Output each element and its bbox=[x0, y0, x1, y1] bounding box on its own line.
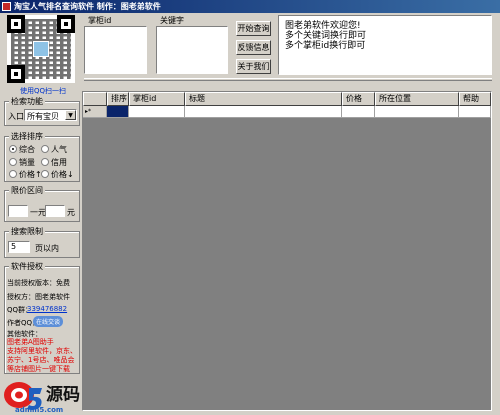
qr-finder-bottom-left bbox=[7, 65, 25, 83]
qr-code bbox=[7, 15, 75, 83]
results-table[interactable]: 排序 掌柜id 标题 价格 所在位置 帮助 ▸* bbox=[82, 91, 492, 411]
promo-line: 苏宁、1号店、唯品会 bbox=[7, 356, 75, 364]
table-cell-title[interactable] bbox=[185, 106, 342, 118]
watermark-domain: admin5.com bbox=[15, 406, 64, 414]
info-text-box: 图老弟软件欢迎您! 多个关键词换行即可 多个掌柜id换行即可 bbox=[278, 15, 492, 75]
sort-option-price-desc[interactable]: 价格↓ bbox=[41, 169, 74, 180]
promo-line: 等店铺图片一键下载 bbox=[7, 365, 70, 373]
sort-option-sales[interactable]: 销量 bbox=[9, 157, 35, 168]
qq-group-link[interactable]: 339476882 bbox=[27, 305, 67, 313]
start-query-button[interactable]: 开始查询 bbox=[236, 21, 271, 36]
radio-icon bbox=[9, 170, 17, 178]
keyword-input[interactable] bbox=[156, 26, 228, 74]
promo-text[interactable]: 图老弟A图助手 支持阿里软件，京东、 苏宁、1号店、唯品会 等店铺图片一键下载 bbox=[7, 338, 77, 374]
sort-option-popularity[interactable]: 人气 bbox=[41, 144, 67, 155]
row-indicator-header bbox=[83, 92, 107, 106]
table-cell-price[interactable] bbox=[342, 106, 375, 118]
sort-option-label: 价格↑ bbox=[19, 170, 42, 179]
info-line: 多个关键词换行即可 bbox=[285, 31, 367, 41]
search-function-title: 检索功能 bbox=[9, 96, 45, 107]
column-header-rank[interactable]: 排序 bbox=[107, 92, 129, 106]
about-us-button[interactable]: 关于我们 bbox=[236, 59, 271, 74]
price-range-title: 限价区间 bbox=[9, 185, 45, 196]
shopkeeper-input[interactable] bbox=[84, 26, 147, 74]
qr-avatar-icon bbox=[33, 41, 49, 57]
column-header-shopkeeper[interactable]: 掌柜id bbox=[129, 92, 185, 106]
watermark-logo: 源码 admin5.com bbox=[2, 378, 94, 414]
column-header-location[interactable]: 所在位置 bbox=[375, 92, 459, 106]
row-indicator[interactable]: ▸* bbox=[83, 106, 107, 118]
feedback-button[interactable]: 反馈信息 bbox=[236, 40, 271, 55]
sort-option-composite[interactable]: 综合 bbox=[9, 144, 35, 155]
license-version: 当前授权版本：免费 bbox=[7, 279, 70, 287]
license-licensor: 授权方：图老弟软件 bbox=[7, 293, 70, 301]
column-header-help[interactable]: 帮助 bbox=[459, 92, 491, 106]
price-range-unit: 元 bbox=[67, 208, 75, 217]
app-icon bbox=[2, 2, 11, 11]
price-min-input[interactable] bbox=[8, 205, 28, 217]
column-header-price[interactable]: 价格 bbox=[342, 92, 375, 106]
radio-icon bbox=[9, 145, 17, 153]
sort-option-label: 信用 bbox=[51, 158, 67, 167]
window-title: 淘宝人气排名查询软件 制作：图老弟软件 bbox=[14, 2, 161, 11]
sort-option-label: 销量 bbox=[19, 158, 35, 167]
table-cell-shopkeeper[interactable] bbox=[129, 106, 185, 118]
keyword-label: 关键字 bbox=[160, 16, 184, 25]
info-line: 多个掌柜id换行即可 bbox=[285, 41, 366, 51]
table-cell-location[interactable] bbox=[375, 106, 459, 118]
search-limit-title: 搜索限制 bbox=[9, 226, 45, 237]
chevron-down-icon[interactable]: ▼ bbox=[65, 110, 76, 120]
info-line: 图老弟软件欢迎您! bbox=[285, 21, 361, 31]
sort-option-label: 综合 bbox=[19, 145, 35, 154]
license-title: 软件授权 bbox=[9, 261, 45, 272]
chat-badge[interactable]: 在线交谈 bbox=[33, 316, 64, 327]
entry-select[interactable]: 所有宝贝 ▼ bbox=[24, 109, 77, 121]
qr-finder-top-left bbox=[7, 15, 25, 33]
title-bar[interactable]: 淘宝人气排名查询软件 制作：图老弟软件 bbox=[0, 0, 500, 13]
page-limit-unit: 页以内 bbox=[35, 244, 59, 253]
radio-icon bbox=[41, 170, 49, 178]
qr-finder-top-right bbox=[57, 15, 75, 33]
price-max-input[interactable] bbox=[45, 205, 65, 217]
radio-icon bbox=[41, 145, 49, 153]
table-cell-rank[interactable] bbox=[107, 106, 129, 118]
watermark-text: 源码 bbox=[46, 385, 80, 405]
promo-line: 支持阿里软件，京东、 bbox=[7, 347, 77, 355]
sort-option-label: 人气 bbox=[51, 145, 67, 154]
column-header-title[interactable]: 标题 bbox=[185, 92, 342, 106]
table-cell-help[interactable] bbox=[459, 106, 491, 118]
radio-icon bbox=[41, 158, 49, 166]
splitter-bar[interactable] bbox=[84, 78, 492, 81]
page-limit-input[interactable]: 5 bbox=[8, 241, 30, 253]
radio-icon bbox=[9, 158, 17, 166]
shopkeeper-label: 掌柜id bbox=[88, 16, 112, 25]
qr-caption: 使用QQ扫一扫 bbox=[20, 87, 67, 95]
price-range-separator: 一元 bbox=[30, 208, 46, 217]
sort-option-credit[interactable]: 信用 bbox=[41, 157, 67, 168]
entry-select-value: 所有宝贝 bbox=[27, 112, 59, 121]
sort-option-price-asc[interactable]: 价格↑ bbox=[9, 169, 42, 180]
sort-title: 选择排序 bbox=[9, 131, 45, 142]
page-limit-value: 5 bbox=[11, 242, 17, 251]
sort-option-label: 价格↓ bbox=[51, 170, 74, 179]
promo-line: 图老弟A图助手 bbox=[7, 338, 54, 346]
